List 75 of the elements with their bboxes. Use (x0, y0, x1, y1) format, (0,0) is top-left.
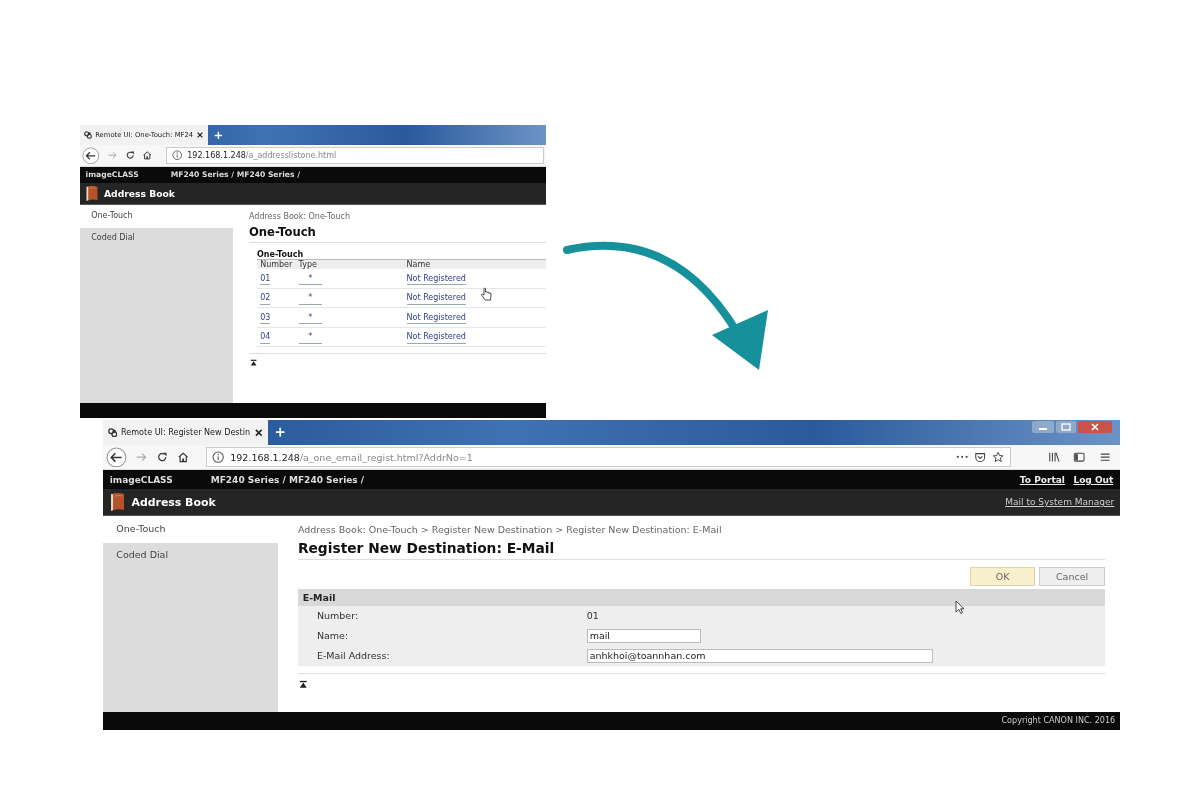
pointer-cursor-icon (955, 600, 965, 614)
close-icon[interactable] (253, 427, 264, 438)
scroll-to-top-icon[interactable] (298, 680, 308, 690)
reload-icon[interactable] (156, 450, 169, 464)
close-icon[interactable] (196, 131, 205, 139)
cancel-button[interactable]: Cancel (1039, 567, 1105, 586)
back-icon[interactable] (105, 446, 127, 468)
input-field[interactable]: mail (586, 628, 701, 643)
address-bar[interactable]: 192.168.1.248/a_addresslistone.html (166, 146, 544, 164)
hand-cursor-icon (480, 287, 492, 301)
table-link[interactable]: * (298, 273, 322, 286)
address-book-icon (84, 185, 100, 202)
pocket-icon[interactable] (973, 450, 987, 464)
page-heading: Register New Destination: E-Mail (297, 534, 1105, 560)
favicon-icon (84, 131, 92, 139)
section-header: E-Mail (297, 589, 1105, 606)
table-link[interactable]: Not Registered (406, 293, 466, 305)
table-link[interactable]: * (298, 332, 322, 345)
more-icon[interactable] (955, 454, 969, 460)
copyright-text: Copyright CANON INC. 2016 (1001, 716, 1116, 726)
home-icon[interactable] (177, 450, 190, 464)
info-icon[interactable] (212, 450, 225, 464)
sidebar-item[interactable]: One-Touch (80, 205, 233, 228)
table-link[interactable]: Not Registered (406, 332, 466, 345)
field-value: 01 (586, 610, 600, 622)
minimize-button[interactable] (1032, 420, 1055, 433)
address-bar[interactable]: 192.168.1.248/a_one_email_regist.html?AddrNo=1 (205, 447, 1011, 468)
page-title: Address Book (131, 495, 216, 509)
table-link[interactable]: 04 (260, 332, 271, 345)
table-link[interactable]: 01 (260, 273, 271, 286)
maximize-button[interactable] (1055, 420, 1078, 433)
table-link[interactable]: * (298, 293, 322, 305)
table-link[interactable]: Not Registered (406, 312, 466, 325)
header-link[interactable]: Mail to System Manager (1005, 497, 1115, 508)
url-text: 192.168.1.248/a_addresslistone.html (187, 150, 337, 160)
input-field[interactable]: anhkhoi@toannhan.com (586, 648, 934, 663)
brand-name: imageCLASS (109, 474, 173, 485)
home-icon[interactable] (142, 150, 153, 161)
column-header: Type (298, 259, 318, 269)
page-heading: One-Touch (249, 220, 546, 243)
menu-icon[interactable] (1099, 450, 1112, 464)
device-name: MF240 Series / MF240 Series / (210, 474, 365, 485)
close-window-button[interactable] (1078, 420, 1113, 433)
tab-title: Remote UI: Register New Destin (121, 427, 251, 437)
favicon-icon (107, 427, 118, 438)
browser-tab[interactable]: Remote UI: Register New Destin (103, 420, 269, 445)
sidebar-icon[interactable] (1073, 450, 1086, 464)
new-tab-icon[interactable] (213, 130, 223, 140)
table-link[interactable]: * (298, 312, 322, 325)
url-text: 192.168.1.248/a_one_email_regist.html?AddrNo=1 (230, 451, 473, 463)
table-link[interactable]: Not Registered (406, 273, 466, 286)
breadcrumb: Address Book: One-Touch (249, 211, 351, 221)
new-tab-icon[interactable] (274, 427, 286, 438)
ok-button[interactable]: OK (969, 567, 1036, 586)
table-link[interactable]: 03 (260, 312, 271, 325)
sidebar-item[interactable]: Coded Dial (80, 227, 233, 251)
breadcrumb: Address Book: One-Touch > Register New Destination > Register New Destination: E-Mail (297, 523, 723, 535)
info-icon[interactable] (172, 150, 183, 161)
back-icon[interactable] (82, 146, 100, 165)
field-label: E-Mail Address: (316, 650, 391, 662)
star-icon[interactable] (991, 450, 1005, 464)
table-caption: One-Touch (257, 249, 305, 259)
field-label: Number: (316, 610, 360, 622)
field-label: Name: (316, 630, 350, 642)
library-icon[interactable] (1047, 450, 1061, 464)
header-link[interactable]: Log Out (1073, 474, 1114, 485)
column-header: Name (406, 259, 432, 269)
scroll-to-top-icon[interactable] (249, 358, 257, 366)
column-header: Number (260, 259, 294, 269)
table-link[interactable]: 02 (260, 293, 271, 305)
header-link[interactable]: To Portal (1019, 474, 1065, 485)
sidebar-item[interactable]: One-Touch (103, 516, 278, 543)
page-title: Address Book (104, 188, 175, 200)
reload-icon[interactable] (124, 150, 136, 161)
sidebar-item[interactable]: Coded Dial (103, 542, 278, 570)
